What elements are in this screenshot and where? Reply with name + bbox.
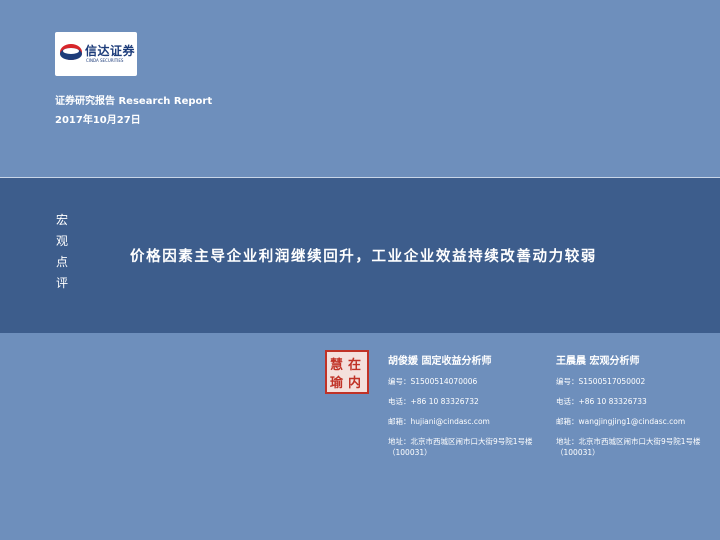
analyst-card: 王晨晨 宏观分析师 编号：S1500517050002 电话：+86 10 83… — [556, 352, 716, 458]
category-char: 点 — [55, 255, 68, 269]
cinda-logo-icon — [60, 44, 82, 60]
logo-name-cn: 信达证券 — [85, 44, 136, 58]
report-headline: 价格因素主导企业利润继续回升，工业企业效益持续改善动力较弱 — [130, 248, 597, 265]
report-type: 证券研究报告 Research Report — [55, 96, 213, 107]
analyst-card: 胡俊媛 固定收益分析师 编号：S1500514070006 电话：+86 10 … — [388, 352, 548, 458]
analyst-name: 胡俊媛 固定收益分析师 — [388, 356, 492, 367]
report-category: 宏 观 点 评 — [54, 210, 70, 294]
seal-char: 内 — [348, 376, 362, 391]
category-char: 观 — [55, 234, 68, 248]
analyst-id: 编号：S1500514070006 — [388, 377, 478, 386]
analyst-address: 地址：北京市西城区闹市口大街9号院1号楼（100031） — [556, 437, 701, 457]
seal-char: 瑜 — [330, 376, 344, 391]
seal-stamp-icon: 在 内 慧 瑜 — [325, 350, 369, 394]
analyst-phone: 电话：+86 10 83326732 — [388, 397, 479, 406]
analyst-email: 邮箱：hujiani@cindasc.com — [388, 417, 490, 426]
report-date: 2017年10月27日 — [55, 115, 141, 126]
logo-name-en: CINDA SECURITIES — [86, 58, 124, 63]
category-char: 评 — [55, 276, 68, 290]
category-char: 宏 — [55, 213, 68, 227]
seal-char: 慧 — [330, 358, 344, 373]
seal-char: 在 — [348, 358, 362, 373]
analyst-id: 编号：S1500517050002 — [556, 377, 646, 386]
company-logo: 信达证券 CINDA SECURITIES — [55, 32, 137, 76]
analyst-phone: 电话：+86 10 83326733 — [556, 397, 647, 406]
analyst-email: 邮箱：wangjingjing1@cindasc.com — [556, 417, 686, 426]
analyst-address: 地址：北京市西城区闹市口大街9号院1号楼（100031） — [388, 437, 533, 457]
analyst-name: 王晨晨 宏观分析师 — [556, 356, 640, 367]
